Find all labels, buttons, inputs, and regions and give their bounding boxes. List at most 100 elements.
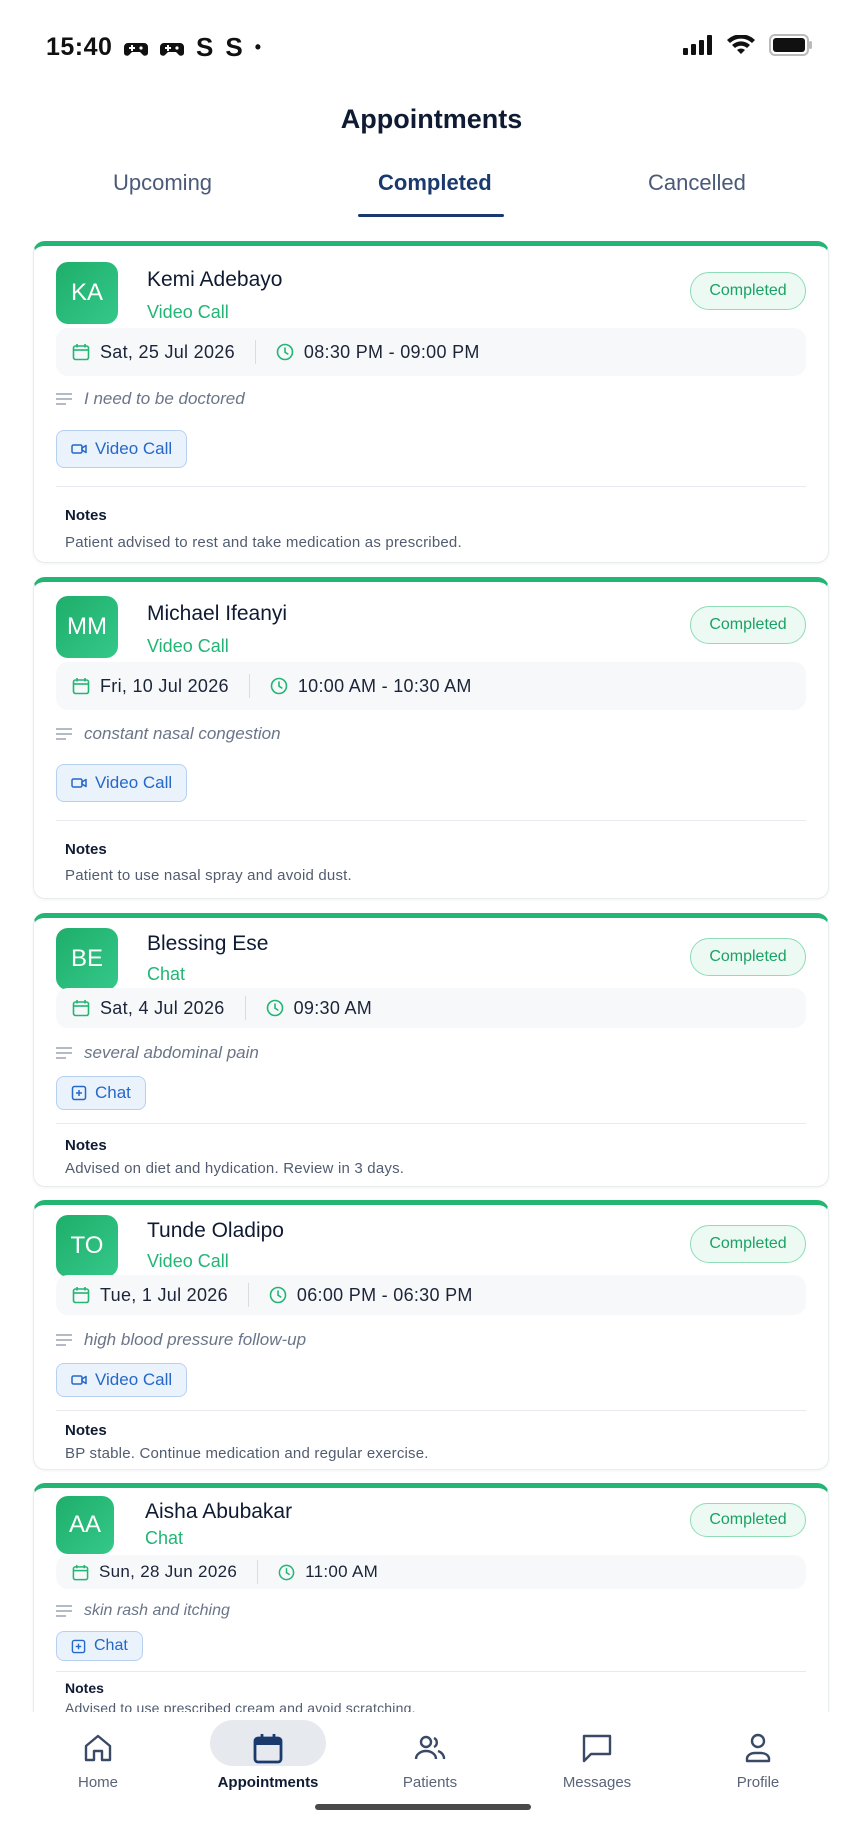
nav-profile[interactable]: Profile: [683, 1712, 833, 1808]
appointment-card[interactable]: TO Tunde Oladipo Video Call Completed Tu…: [33, 1200, 829, 1470]
notes-text: Patient to use nasal spray and avoid dus…: [65, 867, 352, 884]
status-bar: 15:40 S S •: [0, 0, 863, 96]
calendar-icon: [253, 1734, 283, 1764]
patient-name: Kemi Adebayo: [147, 268, 283, 291]
nav-label: Profile: [736, 1774, 780, 1791]
divider: [244, 996, 246, 1020]
appointment-time: 09:30 AM: [293, 997, 373, 1018]
divider: [56, 820, 806, 821]
appointment-reason: I need to be doctored: [84, 389, 245, 408]
divider: [56, 486, 806, 487]
status-badge: Completed: [690, 606, 806, 644]
notes-label: Notes: [65, 841, 107, 858]
avatar: AA: [56, 1496, 114, 1554]
clock-icon: [276, 343, 294, 361]
nav-appointments[interactable]: Appointments: [193, 1712, 343, 1808]
clock-icon: [266, 999, 283, 1017]
nav-label: Home: [77, 1774, 118, 1791]
date-time-row: Sat, 4 Jul 2026 09:30 AM: [56, 988, 806, 1028]
reason-row: constant nasal congestion: [56, 724, 281, 744]
status-badge: Completed: [690, 938, 806, 976]
status-badge: Completed: [690, 1503, 806, 1537]
appointment-time: 10:00 AM - 10:30 AM: [297, 675, 472, 696]
lines-icon: [56, 1334, 72, 1346]
divider: [56, 1123, 806, 1124]
calendar-icon: [72, 1564, 89, 1580]
reason-row: skin rash and itching: [56, 1602, 230, 1620]
clock-icon: [270, 677, 288, 695]
reason-row: several abdominal pain: [56, 1043, 259, 1063]
patient-name: Michael Ifeanyi: [147, 602, 288, 625]
consultation-chip[interactable]: Chat: [56, 1631, 143, 1661]
battery-icon: [769, 34, 812, 56]
chip-label: Chat: [94, 1637, 128, 1654]
game-controller-icon: [124, 42, 148, 56]
nav-label: Patients: [402, 1774, 458, 1791]
s-app-icon: S: [196, 32, 214, 62]
divider: [247, 1283, 249, 1307]
date-time-row: Sun, 28 Jun 2026 11:00 AM: [56, 1555, 806, 1589]
patient-name: Aisha Abubakar: [145, 1500, 293, 1523]
appointments-list[interactable]: KA Kemi Adebayo Video Call Completed Sat…: [0, 238, 863, 1716]
status-badge: Completed: [690, 1225, 806, 1263]
calendar-icon: [72, 344, 90, 361]
chip-label: Video Call: [95, 773, 173, 792]
consultation-type: Video Call: [147, 302, 229, 322]
appointment-reason: constant nasal congestion: [84, 724, 281, 743]
consultation-chip[interactable]: Video Call: [56, 430, 188, 468]
reason-row: high blood pressure follow-up: [56, 1330, 306, 1350]
message-icon: [582, 1734, 612, 1763]
appointment-date: Sat, 25 Jul 2026: [100, 341, 235, 362]
consultation-type: Chat: [147, 964, 186, 984]
s-app-icon: S: [225, 32, 243, 62]
avatar: KA: [56, 262, 118, 324]
appointment-card[interactable]: MM Michael Ifeanyi Video Call Completed …: [33, 577, 829, 899]
system-icons: [683, 34, 813, 56]
status-time: 15:40: [46, 33, 113, 61]
avatar: TO: [56, 1215, 118, 1277]
consultation-chip[interactable]: Chat: [56, 1076, 146, 1110]
lines-icon: [56, 728, 72, 740]
tab-completed[interactable]: Completed: [378, 170, 492, 196]
video-icon: [71, 1375, 87, 1385]
appointment-card[interactable]: AA Aisha Abubakar Chat Completed Sun, 28…: [33, 1483, 829, 1716]
lines-icon: [56, 1047, 72, 1059]
nav-patients[interactable]: Patients: [355, 1712, 505, 1808]
nav-label: Messages: [562, 1774, 632, 1791]
appointment-card[interactable]: KA Kemi Adebayo Video Call Completed Sat…: [33, 241, 829, 563]
appointment-date: Fri, 10 Jul 2026: [100, 675, 229, 696]
appointment-time: 11:00 AM: [305, 1562, 379, 1581]
notes-label: Notes: [65, 1422, 107, 1439]
avatar: BE: [56, 928, 118, 990]
person-icon: [745, 1733, 771, 1763]
date-time-row: Fri, 10 Jul 2026 10:00 AM - 10:30 AM: [56, 662, 806, 710]
consultation-type: Video Call: [147, 1251, 229, 1271]
tab-cancelled[interactable]: Cancelled: [648, 170, 746, 196]
chip-label: Video Call: [95, 439, 173, 458]
page-title: Appointments: [340, 104, 523, 134]
avatar: MM: [56, 596, 118, 658]
consultation-chip[interactable]: Video Call: [56, 764, 188, 802]
date-time-row: Sat, 25 Jul 2026 08:30 PM - 09:00 PM: [56, 328, 806, 376]
patient-name: Blessing Ese: [147, 932, 269, 955]
appointment-reason: skin rash and itching: [84, 1602, 230, 1619]
notification-icons: S S •: [124, 32, 261, 63]
divider: [254, 340, 256, 364]
nav-messages[interactable]: Messages: [522, 1712, 672, 1808]
dot-indicator: •: [254, 37, 261, 57]
divider: [56, 1410, 806, 1411]
appointment-date: Sat, 4 Jul 2026: [100, 997, 225, 1018]
chat-icon: [71, 1639, 86, 1653]
people-icon: [414, 1735, 446, 1760]
appointment-time: 08:30 PM - 09:00 PM: [303, 341, 480, 362]
calendar-icon: [72, 1000, 90, 1017]
calendar-icon: [72, 1287, 90, 1304]
status-badge: Completed: [690, 272, 806, 310]
consultation-chip[interactable]: Video Call: [56, 1363, 188, 1397]
appointment-card[interactable]: BE Blessing Ese Chat Completed Sat, 4 Ju…: [33, 913, 829, 1187]
appointment-reason: several abdominal pain: [84, 1043, 259, 1062]
appointment-time: 06:00 PM - 06:30 PM: [296, 1284, 473, 1305]
nav-home[interactable]: Home: [23, 1712, 173, 1808]
tab-upcoming[interactable]: Upcoming: [113, 170, 212, 196]
divider: [257, 1560, 259, 1584]
